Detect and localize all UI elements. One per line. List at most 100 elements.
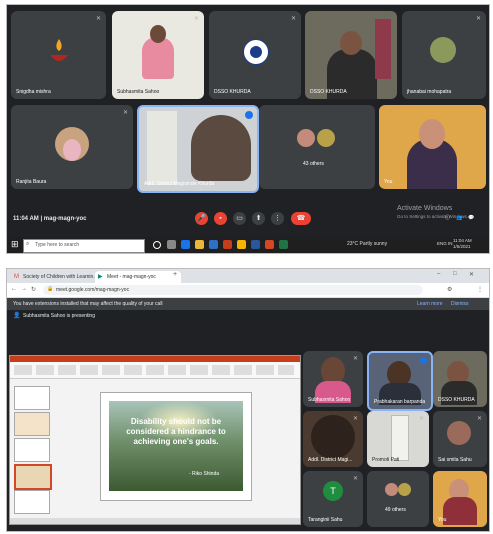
presenting-text: Subhasmita Sahoo is presenting xyxy=(23,313,95,319)
ribbon-tools xyxy=(14,365,294,375)
participant-name: jhanabai mohapatra xyxy=(407,89,452,95)
current-slide: Disability should not be considered a hi… xyxy=(100,392,252,501)
maximize-icon[interactable]: □ xyxy=(453,271,457,277)
presented-screen: Disability should not be considered a hi… xyxy=(9,355,301,525)
participant-name: Snigdha mishra xyxy=(16,89,51,95)
file-explorer-icon[interactable] xyxy=(195,240,204,249)
chrome-icon[interactable] xyxy=(237,240,246,249)
edge-icon[interactable] xyxy=(181,240,190,249)
avatar xyxy=(385,483,398,496)
participant-tile[interactable]: ✕ DSSO KHURDA xyxy=(209,11,301,99)
address-bar-row: ← → ↻ 🔒 meet.google.com/mag-magn-yoc ⚙ ⋮ xyxy=(7,283,489,298)
end-call-button[interactable]: ☎ xyxy=(291,212,311,225)
learn-more-link[interactable]: Learn more xyxy=(417,298,443,310)
others-tile[interactable]: 43 others xyxy=(259,105,375,189)
participant-name: Addl. District Magi... xyxy=(308,457,353,463)
participant-tile[interactable]: T ✕ Taranginii Sahu xyxy=(303,471,363,527)
mic-off-icon: ✕ xyxy=(418,416,424,422)
back-icon[interactable]: ← xyxy=(11,286,17,292)
participant-tile[interactable]: ✕ Subhasmita Sahoo xyxy=(303,351,363,407)
mic-toggle-button[interactable]: 🎤 xyxy=(195,212,208,225)
chat-icon[interactable]: 💬 xyxy=(467,214,476,223)
participant-name: Prabhakaran barpanda xyxy=(374,399,426,405)
forward-icon[interactable]: → xyxy=(21,286,27,292)
participant-tile[interactable]: ✕ Ranjita Baura xyxy=(11,105,133,189)
mic-off-icon: ✕ xyxy=(290,16,296,22)
tab-title: Meet - mag-magn-yoc xyxy=(107,274,156,280)
mic-off-icon: ✕ xyxy=(352,416,358,422)
people-icon[interactable]: 👥 xyxy=(455,214,464,223)
word-icon[interactable] xyxy=(251,240,260,249)
participant-name: Promoti Pati xyxy=(372,457,400,463)
speaking-icon xyxy=(245,111,253,119)
avatar xyxy=(317,129,335,147)
participant-tile[interactable]: ✕ Promoti Pati xyxy=(367,411,429,467)
close-icon[interactable]: ✕ xyxy=(469,271,474,278)
cortana-icon[interactable] xyxy=(153,241,161,249)
participant-tile-active-speaker[interactable]: Prabhakaran barpanda xyxy=(367,351,433,411)
participant-name: Addl. District Magistrate Khurda xyxy=(144,181,215,187)
browser-tab[interactable]: M Society of Children with Learnin... xyxy=(11,271,103,283)
participant-tile[interactable]: ✕ Snigdha mishra xyxy=(11,11,106,99)
self-tile[interactable]: You xyxy=(433,471,487,527)
captions-button[interactable]: ▭ xyxy=(233,212,246,225)
new-tab-icon[interactable]: + xyxy=(173,271,177,278)
participant-tile[interactable]: ✕ Subhasmita Sahoo xyxy=(112,11,204,99)
self-tile[interactable]: You xyxy=(379,105,486,189)
store-icon[interactable] xyxy=(209,240,218,249)
url-field[interactable]: 🔒 meet.google.com/mag-magn-yoc xyxy=(43,285,423,295)
participant-tile[interactable]: DSSO KHURDA xyxy=(305,11,397,99)
present-button[interactable]: ⬆ xyxy=(252,212,265,225)
slide-image: Disability should not be considered a hi… xyxy=(109,401,243,491)
others-count: 43 others xyxy=(303,161,324,167)
mic-off-icon: ✕ xyxy=(352,356,358,362)
extension-warning-banner: You have extensions installed that may a… xyxy=(7,298,489,310)
participant-tile[interactable]: ✕ jhanabai mohapatra xyxy=(402,11,486,99)
slide-thumbnail[interactable] xyxy=(14,386,50,410)
meeting-details: 11:04 AM | mag-magn-yoc xyxy=(13,216,87,222)
presenting-bar: 👤 Subhasmita Sahoo is presenting xyxy=(7,310,489,322)
reload-icon[interactable]: ↻ xyxy=(31,286,36,293)
slide-thumbnail[interactable] xyxy=(14,412,50,436)
window-blinds xyxy=(147,111,177,185)
mail-icon[interactable] xyxy=(223,240,232,249)
weather-status[interactable]: 23°C Partly sunny xyxy=(347,241,387,247)
activate-windows-title: Activate Windows xyxy=(397,205,453,212)
taskbar-search-box[interactable]: ⌕ Type here to search xyxy=(23,239,145,253)
slide-thumbnail-selected[interactable] xyxy=(14,464,52,490)
mic-off-icon: ✕ xyxy=(95,16,101,22)
participant-tile-active-speaker[interactable]: Addl. District Magistrate Khurda xyxy=(137,105,259,193)
info-icon[interactable]: ⓘ xyxy=(443,214,452,223)
participant-video xyxy=(142,37,174,79)
chrome-menu-icon[interactable]: ⋮ xyxy=(477,286,483,293)
initial-avatar: T xyxy=(323,481,343,501)
avatar xyxy=(447,421,471,445)
minimize-icon[interactable]: – xyxy=(437,271,440,277)
dsso-logo xyxy=(243,39,269,65)
self-label: You xyxy=(438,517,447,523)
others-tile[interactable]: 49 others xyxy=(367,471,429,527)
avatar xyxy=(297,129,315,147)
excel-icon[interactable] xyxy=(279,240,288,249)
more-options-button[interactable]: ⋮ xyxy=(271,212,284,225)
slide-thumbnail[interactable] xyxy=(14,438,50,462)
meet-window-bottom: M Society of Children with Learnin... ▶ … xyxy=(6,268,490,532)
participant-name: DSSO KHURDA xyxy=(310,89,347,95)
language-indicator[interactable]: ENG IN xyxy=(437,241,453,246)
participant-tile[interactable]: DSSO KHURDA xyxy=(433,351,487,407)
windows-start-icon[interactable]: ⊞ xyxy=(11,240,20,249)
powerpoint-icon[interactable] xyxy=(265,240,274,249)
camera-toggle-button[interactable]: ▪ xyxy=(214,212,227,225)
browser-tab-active[interactable]: ▶ Meet - mag-magn-yoc xyxy=(95,271,181,283)
others-count: 49 others xyxy=(385,507,406,513)
task-view-icon[interactable] xyxy=(167,240,176,249)
slide-thumbnail[interactable] xyxy=(14,490,50,514)
taskbar-clock[interactable]: 11:04 AM 1/5/2021 xyxy=(453,238,485,250)
powerpoint-ribbon xyxy=(10,356,300,379)
extensions-icon[interactable]: ⚙ xyxy=(447,286,452,293)
self-label: You xyxy=(384,179,393,185)
participant-video xyxy=(191,115,251,181)
dismiss-button[interactable]: Dismiss xyxy=(451,298,469,310)
participant-tile[interactable]: ✕ Sai smita Sahu xyxy=(433,411,487,467)
participant-tile[interactable]: ✕ Addl. District Magi... xyxy=(303,411,363,467)
